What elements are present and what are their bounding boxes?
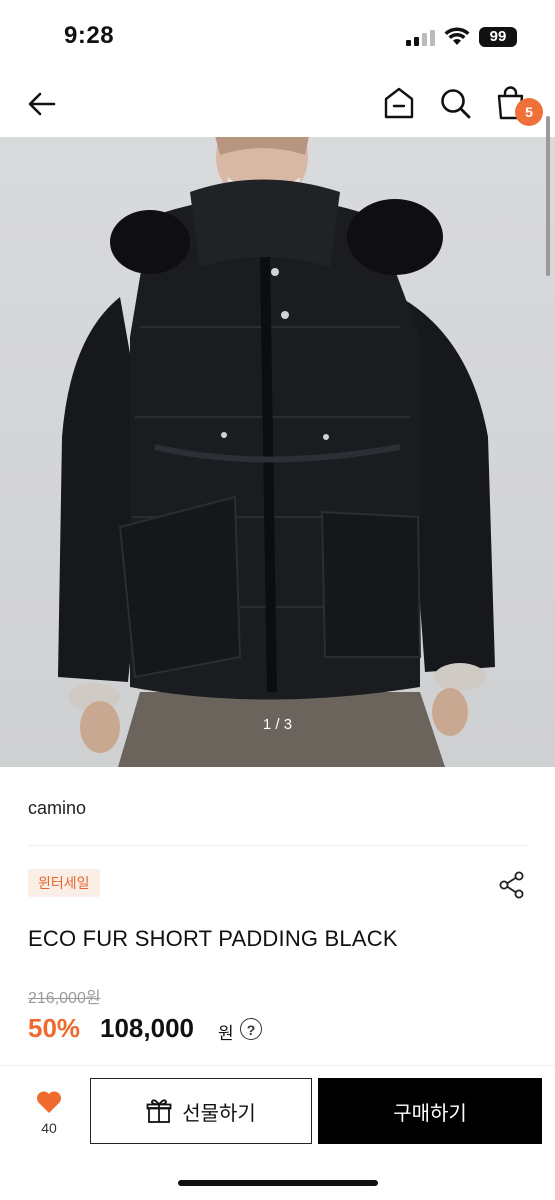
sale-tag: 윈터세일 [28, 869, 100, 897]
brand-name[interactable]: camino [28, 798, 86, 819]
product-title: ECO FUR SHORT PADDING BLACK [28, 926, 398, 951]
search-icon[interactable] [436, 84, 474, 122]
status-bar: 9:28 99 [0, 0, 555, 72]
buy-button[interactable]: 구매하기 [318, 1078, 542, 1144]
heart-icon [36, 1091, 62, 1113]
battery-indicator: 99 [479, 27, 517, 47]
cart-count-badge: 5 [515, 98, 543, 126]
gift-button[interactable]: 선물하기 [90, 1078, 312, 1144]
gift-icon [146, 1099, 172, 1123]
currency-unit: 원 [218, 1024, 234, 1043]
nav-bar: 5 [0, 72, 555, 136]
discount-rate: 50% [28, 1013, 81, 1043]
status-time: 9:28 [64, 22, 115, 49]
scrollbar[interactable] [546, 116, 550, 276]
like-count: 40 [41, 1120, 57, 1136]
divider [28, 845, 528, 846]
back-arrow-icon[interactable] [24, 86, 60, 122]
home-icon[interactable] [380, 84, 418, 122]
sale-price: 108,000 [100, 1013, 194, 1043]
signal-icon [406, 30, 435, 46]
like-button[interactable]: 40 [22, 1090, 76, 1150]
gift-button-label: 선물하기 [182, 1102, 256, 1125]
original-price: 216,000원 [28, 990, 101, 1007]
help-icon[interactable]: ? [240, 1018, 262, 1040]
share-icon[interactable] [497, 870, 527, 900]
bottom-bar-divider [0, 1065, 555, 1066]
product-image-gallery[interactable] [0, 137, 555, 767]
home-indicator [178, 1180, 378, 1186]
wifi-icon [444, 27, 470, 45]
gallery-counter: 1 / 3 [262, 716, 293, 733]
product-photo [58, 137, 495, 767]
